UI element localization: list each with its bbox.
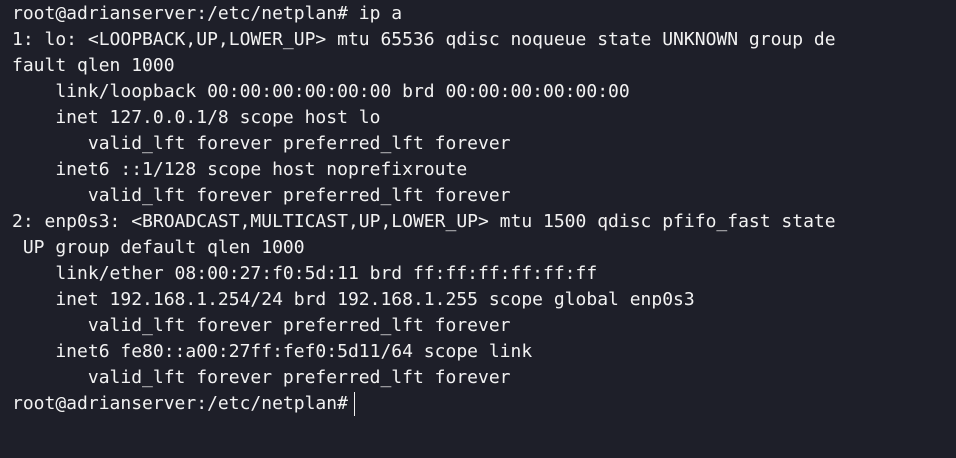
- terminal-window[interactable]: root@adrianserver:/etc/netplan# ip a 1: …: [0, 0, 956, 458]
- terminal-line: valid_lft forever preferred_lft forever: [12, 315, 511, 336]
- terminal-line: link/ether 08:00:27:f0:5d:11 brd ff:ff:f…: [12, 263, 598, 284]
- terminal-line: inet 192.168.1.254/24 brd 192.168.1.255 …: [12, 289, 695, 310]
- terminal-line: valid_lft forever preferred_lft forever: [12, 367, 511, 388]
- terminal-line: 1: lo: <LOOPBACK,UP,LOWER_UP> mtu 65536 …: [12, 29, 836, 50]
- terminal-line: 2: enp0s3: <BROADCAST,MULTICAST,UP,LOWER…: [12, 211, 836, 232]
- shell-prompt: root@adrianserver:/etc/netplan#: [12, 393, 348, 414]
- terminal-line: inet 127.0.0.1/8 scope host lo: [12, 107, 381, 128]
- terminal-line: inet6 ::1/128 scope host noprefixroute: [12, 159, 468, 180]
- terminal-line: fault qlen 1000: [12, 55, 175, 76]
- terminal-line: root@adrianserver:/etc/netplan# ip a: [12, 3, 403, 24]
- terminal-line: valid_lft forever preferred_lft forever: [12, 133, 511, 154]
- terminal-line: link/loopback 00:00:00:00:00:00 brd 00:0…: [12, 81, 630, 102]
- terminal-line: inet6 fe80::a00:27ff:fef0:5d11/64 scope …: [12, 341, 533, 362]
- terminal-line: UP group default qlen 1000: [12, 237, 305, 258]
- terminal-prompt-line[interactable]: root@adrianserver:/etc/netplan#: [12, 391, 956, 417]
- text-cursor: [353, 392, 355, 416]
- terminal-line: valid_lft forever preferred_lft forever: [12, 185, 511, 206]
